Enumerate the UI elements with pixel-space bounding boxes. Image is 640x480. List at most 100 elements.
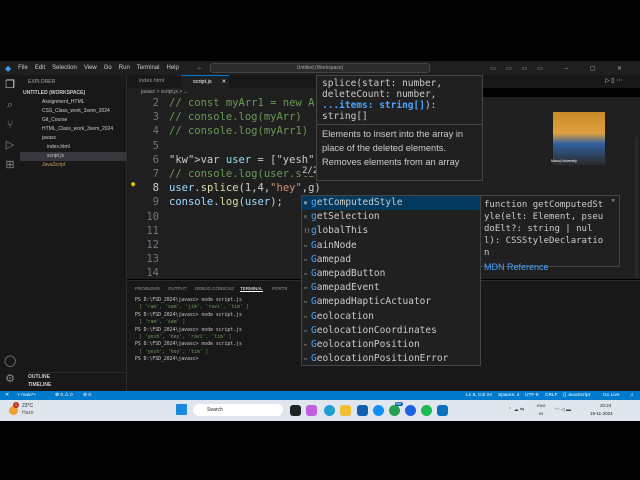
folder-css-class[interactable]: CSS_Class_work_3sem_2024 — [42, 107, 110, 116]
tab-terminal[interactable]: TERMINAL — [240, 286, 263, 292]
menu-go[interactable]: Go — [104, 65, 112, 71]
breadcrumb[interactable]: javasc > script.js > ... — [127, 88, 317, 97]
close-icon[interactable]: ✕ — [222, 79, 227, 85]
task-view-icon[interactable] — [290, 405, 301, 416]
suggestion-item[interactable]: {} globalThis — [302, 224, 480, 238]
account-icon[interactable]: ◯ — [4, 355, 16, 367]
code-line[interactable]: console.log(user); — [169, 196, 283, 208]
tab-ports[interactable]: PORTS — [272, 286, 287, 291]
run-debug-icon[interactable]: ▷ — [4, 139, 16, 151]
suggestion-item[interactable]: ▭ GamepadHapticActuator — [302, 295, 480, 309]
param-doc: Elements to insert into the array in — [322, 129, 464, 139]
outline-section[interactable]: OUTLINE — [28, 372, 127, 381]
start-button[interactable] — [176, 404, 187, 415]
file-script-js[interactable]: script.js — [20, 152, 126, 161]
file-explorer-icon[interactable] — [340, 405, 351, 416]
menu-file[interactable]: File — [18, 65, 28, 71]
go-live-button[interactable]: Go Live — [603, 391, 620, 400]
tab-script-js[interactable]: script.js ✕ — [181, 75, 229, 88]
mdn-reference-link[interactable]: MDN Reference — [484, 262, 616, 272]
run-icon[interactable]: ▷ ▯ ⋯ — [605, 77, 622, 84]
clock-time[interactable]: 20:24 — [600, 403, 611, 408]
vscode-icon[interactable] — [437, 405, 448, 416]
taskbar-search[interactable]: Search — [193, 404, 283, 416]
line-number: 12 — [146, 239, 159, 251]
whatsapp-icon[interactable] — [389, 405, 400, 416]
source-control-icon[interactable]: ⑂ — [4, 119, 16, 131]
close-icon[interactable]: ✕ — [611, 197, 615, 204]
suggestion-item[interactable]: ▭ GeolocationPositionError — [302, 352, 480, 366]
problems-indicator[interactable]: ⊗ 0 ⚠ 0 — [55, 391, 73, 400]
signature-line: deleteCount: number, — [322, 89, 437, 100]
language-mode[interactable]: {} JavaScript — [563, 391, 590, 400]
spotify-icon[interactable] — [421, 405, 432, 416]
suggestion-item[interactable]: ▭ Geolocation — [302, 310, 480, 324]
code-line[interactable]: // console.log(user.sli — [169, 168, 314, 180]
zoom-icon[interactable] — [405, 405, 416, 416]
workspace-root[interactable]: UNTITLED (WORKSPACE) — [23, 89, 85, 98]
suggestion-label: GamepadButton — [311, 268, 386, 279]
signature-line: string[] — [322, 111, 368, 122]
clock-date[interactable]: 19-11-2024 — [590, 411, 613, 416]
store-icon[interactable] — [357, 405, 368, 416]
network-volume-battery[interactable]: ◠ ◁ ▬ — [555, 407, 571, 413]
back-icon[interactable]: ← — [197, 65, 203, 71]
symbol-kind-icon: ▭ — [304, 271, 308, 277]
tab-debug-console[interactable]: DEBUG CONSOLE — [195, 286, 234, 291]
menu-selection[interactable]: Selection — [52, 65, 77, 71]
code-line[interactable]: // console.log(myArr1) — [169, 125, 308, 137]
extensions-icon[interactable]: ⊞ — [4, 159, 16, 171]
folder-assignment-html[interactable]: Assignment_HTML — [42, 98, 85, 107]
lightbulb-icon[interactable]: ● — [131, 180, 135, 188]
menu-terminal[interactable]: Terminal — [137, 65, 160, 71]
folder-javascript[interactable]: JavaScript — [42, 161, 65, 170]
tab-output[interactable]: OUTPUT — [168, 286, 187, 291]
cursor-position[interactable]: Ln 8, Col 24 — [466, 391, 492, 400]
search-icon[interactable]: ⌕ — [4, 99, 16, 111]
status-bar: ✕ ⑂ main*+ ⊗ 0 ⚠ 0 ⊚ 0 Ln 8, Col 24 Spac… — [0, 391, 640, 400]
timeline-section[interactable]: TIMELINE — [28, 381, 51, 390]
suggestion-item[interactable]: ▭ Gamepad — [302, 253, 480, 267]
remote-icon[interactable]: ✕ — [5, 391, 9, 400]
bell-icon[interactable]: ♫ — [630, 391, 634, 400]
window-controls[interactable]: ▭▭▭▭ – ▢ ✕ — [490, 65, 632, 72]
menu-edit[interactable]: Edit — [35, 65, 45, 71]
code-line[interactable]: user.splice(1,4,"hey",g) — [169, 182, 321, 194]
settings-gear-icon[interactable]: ⚙ — [4, 373, 16, 385]
suggestion-item[interactable]: ▭ GainNode — [302, 239, 480, 253]
folder-git-course[interactable]: Git_Course — [42, 116, 67, 125]
edge-icon[interactable] — [324, 405, 335, 416]
tray-icons[interactable]: ⌃ ☁ ⇆ — [508, 407, 524, 413]
menu-help[interactable]: Help — [166, 65, 178, 71]
symbol-kind-icon: {} — [304, 228, 311, 235]
file-index-html[interactable]: index.html — [47, 143, 70, 152]
indentation[interactable]: Spaces: 4 — [498, 391, 519, 400]
tab-problems[interactable]: PROBLEMS — [135, 286, 160, 291]
line-ending[interactable]: CRLF — [545, 391, 558, 400]
suggestion-item[interactable]: ▣ getComputedStyle — [302, 196, 480, 211]
code-line[interactable]: // const myArr1 = new A — [169, 97, 314, 109]
tab-index-html[interactable]: index.html — [127, 75, 181, 88]
branch-indicator[interactable]: ⑂ main*+ — [17, 391, 36, 400]
symbol-kind-icon: ◎ — [304, 214, 308, 221]
method-doc: Removes elements from an array — [322, 157, 460, 167]
copilot-icon[interactable] — [306, 405, 317, 416]
suggestion-item[interactable]: ▭ GamepadButton — [302, 267, 480, 281]
scrollbar[interactable] — [635, 137, 638, 277]
command-center-search[interactable]: Untitled (Workspace) — [210, 63, 430, 73]
line-number: 5 — [152, 139, 159, 152]
language-indicator[interactable]: ENG — [537, 403, 546, 408]
encoding[interactable]: UTF-8 — [525, 391, 539, 400]
explorer-icon[interactable]: ❐ — [4, 79, 16, 91]
messenger-icon[interactable] — [373, 405, 384, 416]
suggestion-item[interactable]: ◎ getSelection — [302, 210, 480, 224]
ports-indicator[interactable]: ⊚ 0 — [83, 391, 91, 400]
folder-javasc[interactable]: javasc — [42, 134, 56, 143]
suggestion-item[interactable]: ▭ GeolocationPosition — [302, 338, 480, 352]
folder-html-class[interactable]: HTML_Class_work_3sem_2024 — [42, 125, 113, 134]
menu-view[interactable]: View — [84, 65, 97, 71]
code-line[interactable]: // console.log(myArr) — [169, 111, 302, 123]
suggestion-item[interactable]: ▭ GeolocationCoordinates — [302, 324, 480, 338]
suggestion-item[interactable]: ▭ GamepadEvent — [302, 281, 480, 295]
menu-run[interactable]: Run — [119, 65, 130, 71]
